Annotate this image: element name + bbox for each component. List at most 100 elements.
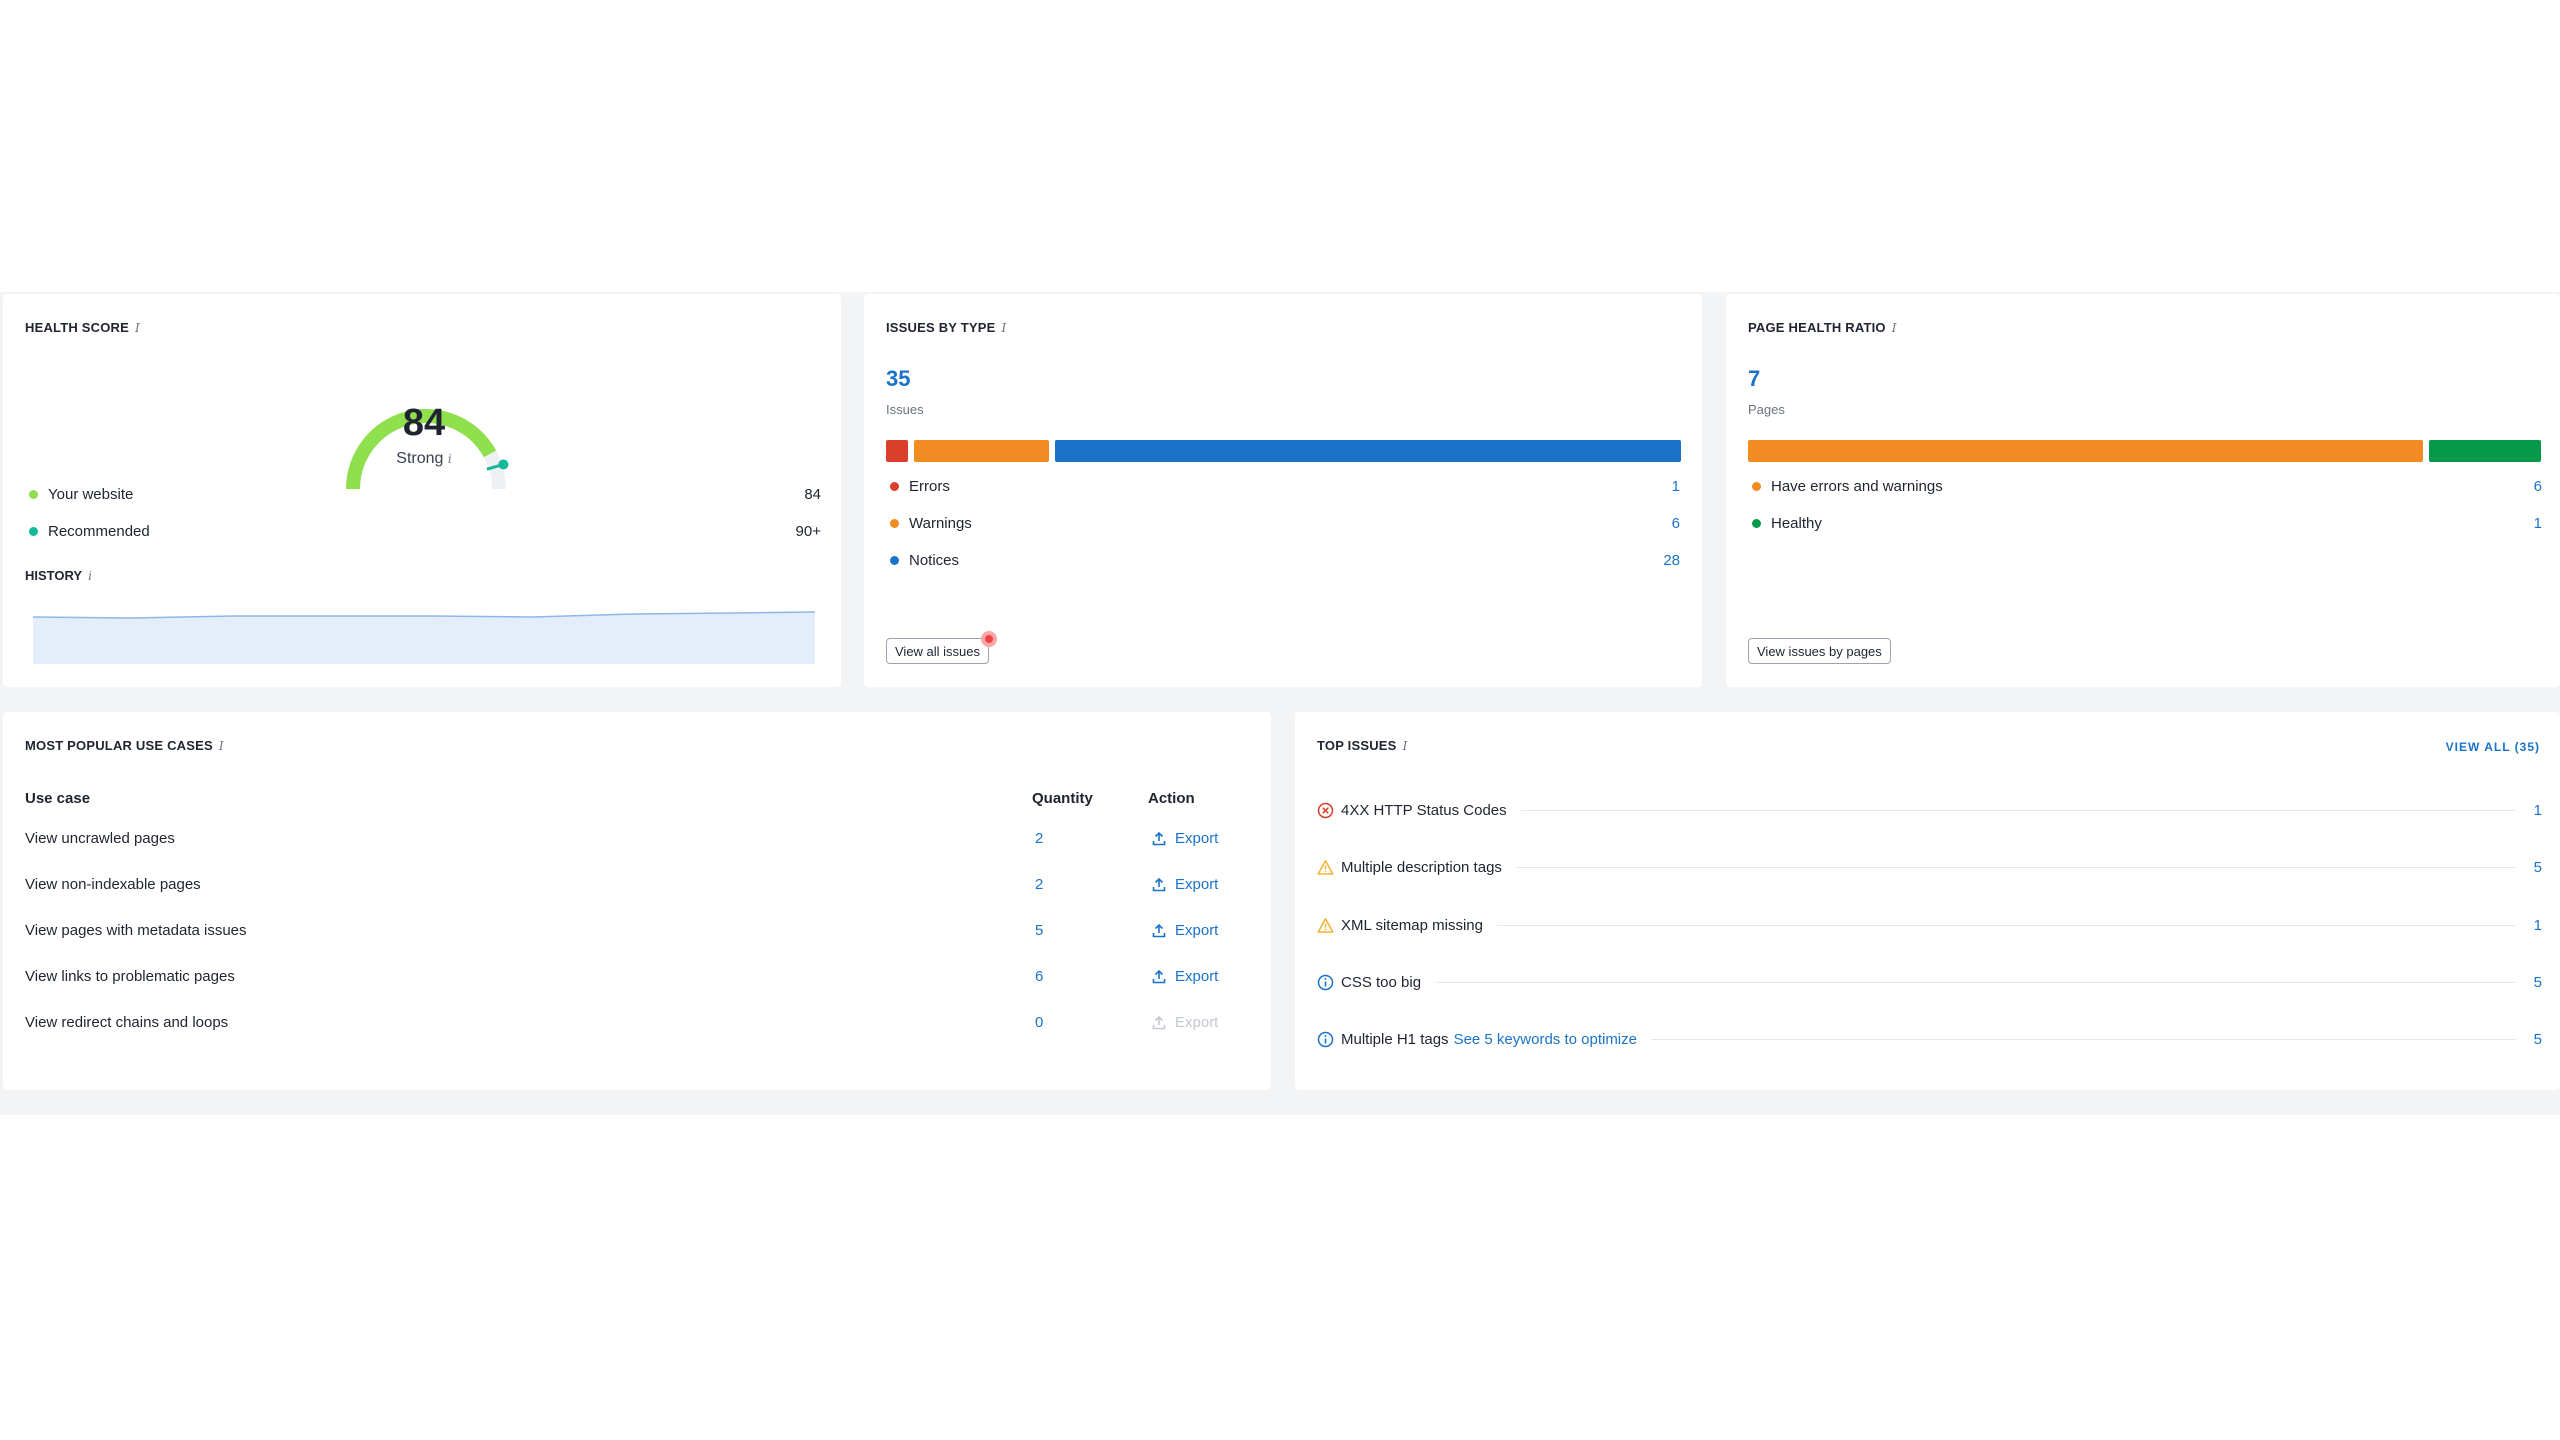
export-button[interactable]: Export: [1151, 922, 1218, 939]
use-case-quantity[interactable]: 5: [1035, 922, 1043, 939]
export-icon: [1152, 877, 1166, 891]
bar-segment-errors[interactable]: [886, 440, 909, 462]
top-issue-label[interactable]: CSS too big: [1341, 974, 1421, 991]
page-ratio-label: Healthy: [1771, 515, 1822, 532]
top-issue-label[interactable]: 4XX HTTP Status Codes: [1341, 802, 1507, 819]
bar-segment-errors-warnings[interactable]: [1748, 440, 2423, 462]
table-row: View links to problematic pages 6 Export: [25, 964, 1255, 994]
legend-your-website: Your website 84: [29, 486, 821, 503]
top-issue-label[interactable]: XML sitemap missing: [1341, 917, 1483, 934]
top-issue-row[interactable]: CSS too big 5: [1317, 970, 2542, 994]
info-icon[interactable]: i: [448, 452, 452, 466]
top-issue-count[interactable]: 5: [2530, 1031, 2542, 1048]
export-button: Export: [1151, 1014, 1218, 1031]
pages-stacked-bar: [1748, 440, 2541, 462]
use-case-quantity[interactable]: 2: [1035, 830, 1043, 847]
issue-type-warnings: Warnings 6: [890, 515, 1680, 532]
export-button[interactable]: Export: [1151, 830, 1218, 847]
page-health-ratio-title: PAGE HEALTH RATIO i: [1748, 320, 1897, 335]
export-label: Export: [1175, 876, 1219, 893]
use-case-name: View uncrawled pages: [25, 830, 175, 847]
top-issue-count[interactable]: 1: [2530, 917, 2542, 934]
warning-triangle-icon: [1317, 917, 1334, 933]
divider: [1515, 866, 2516, 868]
issue-type-count[interactable]: 6: [1672, 515, 1680, 532]
page-health-ratio-title-text: PAGE HEALTH RATIO: [1748, 320, 1886, 335]
history-chart: [33, 611, 815, 664]
top-issues-widget: TOP ISSUES i VIEW ALL (35) 4XX HTTP Stat…: [1295, 712, 2560, 1090]
issue-type-count[interactable]: 28: [1663, 552, 1680, 569]
divider: [1435, 981, 2516, 983]
view-all-issues-button[interactable]: View all issues: [886, 638, 990, 664]
info-icon[interactable]: i: [1892, 321, 1897, 335]
top-issue-link[interactable]: See 5 keywords to optimize: [1454, 1031, 1637, 1048]
use-cases-title-text: MOST POPULAR USE CASES: [25, 738, 213, 753]
legend-dot: [29, 527, 38, 536]
export-icon: [1152, 969, 1166, 983]
issue-type-count[interactable]: 1: [1672, 478, 1680, 495]
use-case-quantity[interactable]: 0: [1035, 1014, 1043, 1031]
pages-total-label: Pages: [1748, 402, 1785, 417]
warning-triangle-icon: [1317, 859, 1334, 875]
page-ratio-label: Have errors and warnings: [1771, 478, 1943, 495]
top-issue-label[interactable]: Multiple H1 tags: [1341, 1031, 1449, 1048]
info-icon[interactable]: i: [219, 739, 224, 753]
bar-segment-warnings[interactable]: [914, 440, 1049, 462]
info-icon[interactable]: i: [88, 569, 92, 583]
warnings-dot: [890, 519, 899, 528]
pages-total[interactable]: 7: [1748, 366, 1760, 392]
export-icon: [1152, 1015, 1166, 1029]
use-case-quantity[interactable]: 2: [1035, 876, 1043, 893]
page-ratio-errors-warnings: Have errors and warnings 6: [1752, 478, 2542, 495]
bar-segment-healthy[interactable]: [2428, 440, 2541, 462]
table-row: View redirect chains and loops 0 Export: [25, 1010, 1255, 1040]
view-all-issues-link[interactable]: VIEW ALL (35): [2446, 740, 2540, 754]
top-issue-row[interactable]: Multiple description tags 5: [1317, 855, 2542, 879]
column-header-quantity: Quantity: [1032, 790, 1093, 807]
legend-value: 90+: [795, 523, 821, 540]
notification-dot: [981, 631, 997, 647]
top-issue-row[interactable]: 4XX HTTP Status Codes 1: [1317, 798, 2542, 822]
issues-stacked-bar: [886, 440, 1681, 462]
page-ratio-count[interactable]: 6: [2534, 478, 2542, 495]
divider: [1650, 1038, 2516, 1040]
page-ratio-count[interactable]: 1: [2534, 515, 2542, 532]
health-score-label-text: Strong: [396, 450, 444, 467]
table-row: View non-indexable pages 2 Export: [25, 872, 1255, 902]
top-issue-row[interactable]: Multiple H1 tags See 5 keywords to optimi…: [1317, 1027, 2542, 1051]
error-circle-icon: [1317, 802, 1334, 818]
legend-recommended: Recommended 90+: [29, 523, 821, 540]
issues-total[interactable]: 35: [886, 366, 910, 392]
issues-total-label: Issues: [886, 402, 924, 417]
health-score-value: 84: [402, 402, 446, 444]
health-score-widget: HEALTH SCORE i 84 Strong i Your website …: [3, 294, 841, 687]
top-issue-label[interactable]: Multiple description tags: [1341, 859, 1502, 876]
column-header-use-case: Use case: [25, 790, 91, 807]
info-icon[interactable]: i: [1002, 321, 1007, 335]
issue-type-notices: Notices 28: [890, 552, 1680, 569]
legend-label: Recommended: [48, 523, 150, 540]
use-case-name: View links to problematic pages: [25, 968, 235, 985]
export-button[interactable]: Export: [1151, 968, 1218, 985]
history-title: HISTORY i: [25, 568, 92, 583]
use-cases-title: MOST POPULAR USE CASES i: [25, 738, 224, 753]
table-row: View pages with metadata issues 5 Export: [25, 918, 1255, 948]
issues-by-type-title-text: ISSUES BY TYPE: [886, 320, 996, 335]
table-row: View uncrawled pages 2 Export: [25, 826, 1255, 856]
export-icon: [1152, 831, 1166, 845]
notices-dot: [890, 556, 899, 565]
export-icon: [1152, 923, 1166, 937]
top-issue-row[interactable]: XML sitemap missing 1: [1317, 913, 2542, 937]
use-case-quantity[interactable]: 6: [1035, 968, 1043, 985]
info-circle-icon: [1317, 1031, 1334, 1047]
info-icon[interactable]: i: [135, 321, 140, 335]
top-issue-count[interactable]: 1: [2530, 802, 2542, 819]
issue-type-label: Notices: [909, 552, 960, 569]
info-icon[interactable]: i: [1403, 739, 1408, 753]
view-issues-by-pages-button[interactable]: View issues by pages: [1748, 638, 1891, 664]
issue-type-errors: Errors 1: [890, 478, 1680, 495]
top-issue-count[interactable]: 5: [2530, 859, 2542, 876]
top-issue-count[interactable]: 5: [2530, 974, 2542, 991]
bar-segment-notices[interactable]: [1054, 440, 1681, 462]
export-button[interactable]: Export: [1151, 876, 1218, 893]
